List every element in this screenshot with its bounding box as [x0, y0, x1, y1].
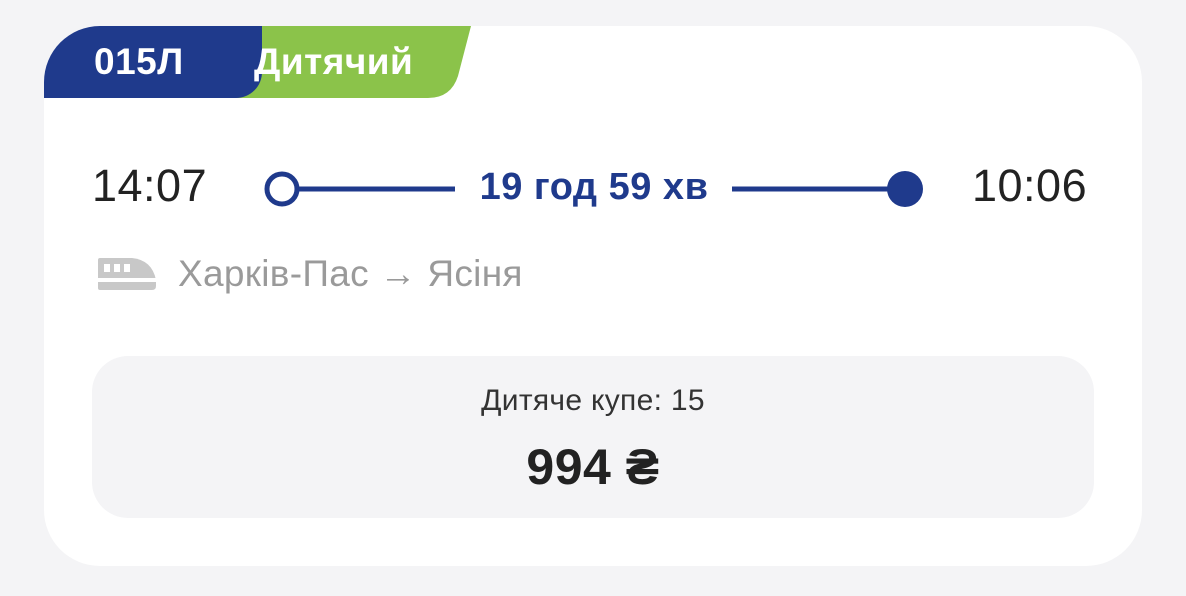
route-info: Харків-Пас → Ясіня	[96, 250, 523, 298]
train-icon	[98, 258, 156, 290]
arrival-dot-icon	[887, 171, 923, 207]
seat-option[interactable]: Дитяче купе: 15 994 ₴	[92, 356, 1094, 518]
train-badges: 015Л Дитячий	[44, 26, 474, 98]
train-number: 015Л	[94, 41, 184, 82]
train-type-label: Дитячий	[254, 41, 414, 82]
train-card[interactable]: 015Л Дитячий 14:07 19 год 59 хв 10:06 Ха…	[44, 26, 1142, 566]
departure-dot-icon	[264, 171, 300, 207]
arrival-time: 10:06	[972, 160, 1088, 211]
trip-duration: 19 год 59 хв	[479, 166, 709, 208]
seat-label: Дитяче купе: 15	[481, 384, 705, 417]
departure-time: 14:07	[92, 160, 208, 211]
seat-price: 994 ₴	[526, 439, 660, 495]
route-text: Харків-Пас → Ясіня	[178, 253, 523, 294]
